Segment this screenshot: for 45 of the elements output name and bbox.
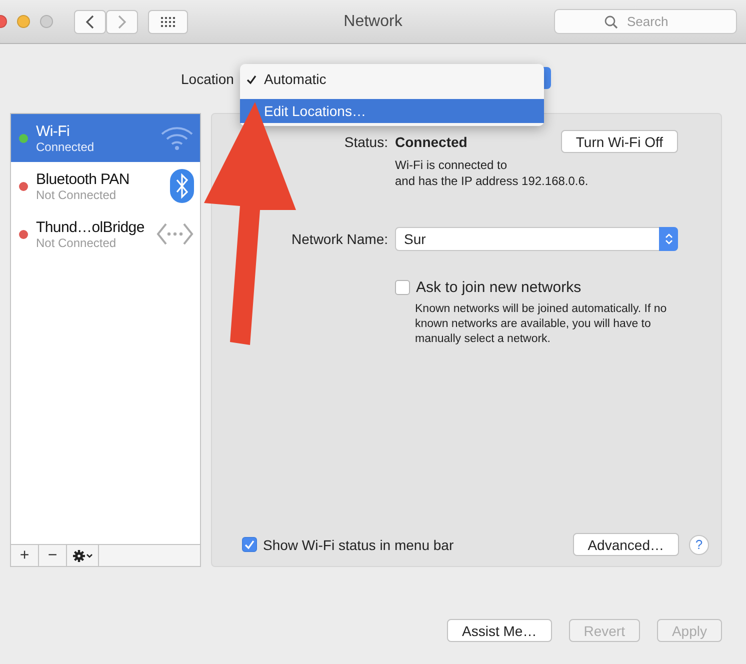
checkbox-label: Ask to join new networks [416,279,582,296]
menu-item[interactable]: Edit Locations… [240,99,544,123]
service-name: Thund…olBridge [36,218,146,236]
service-name: Wi-Fi [36,122,70,140]
status-label: Status: [343,134,388,150]
service-item[interactable]: Wi-Fi Connected [11,114,200,162]
service-status: Not Connected [36,236,118,250]
service-item[interactable]: Thund…olBridge Not Connected [11,210,200,258]
checkbox-label: Show Wi-Fi status in menu bar [263,536,454,552]
menu-item[interactable]: Automatic [240,67,544,91]
network-arrows-icon [156,222,194,246]
checkbox[interactable] [395,280,410,295]
service-name: Bluetooth PAN [36,170,130,188]
minimize-button[interactable] [17,15,30,28]
help-button[interactable]: ? [689,534,709,554]
service-status: Connected [36,140,96,154]
stepper-icon [659,227,678,251]
status-description: and has the IP address 192.168.0.6. [395,173,590,189]
window-title: Network [344,12,402,30]
back-button[interactable] [74,10,106,34]
network-name-select[interactable]: Sur [395,227,678,251]
footer-button[interactable]: Assist Me… [447,619,552,642]
turn-wifi-off-button[interactable]: Turn Wi-Fi Off [560,130,678,153]
advanced-button[interactable]: Advanced… [572,533,679,556]
status-value: Connected [395,134,468,150]
menu-item-label: Automatic [264,71,326,87]
wifi-icon [160,125,194,151]
grid-icon [160,16,176,28]
chevron-left-icon [85,14,95,28]
bluetooth-icon [170,169,194,203]
search-icon [604,15,618,29]
checkbox[interactable] [242,537,257,552]
remove-button[interactable]: − [39,545,67,566]
help-text: Known networks will be joined automatically. If no known networks are available, you will have to manually select a network. [415,302,668,347]
chevron-right-icon [117,14,127,28]
show-all-button[interactable] [148,10,188,34]
gear-icon [72,548,94,562]
network-name-label: Network Name: [290,231,388,247]
location-label: Location [181,70,234,86]
add-button[interactable]: + [11,545,39,566]
service-status: Not Connected [36,188,118,202]
menu-item-label: Edit Locations… [264,103,366,119]
search-field[interactable]: Search [554,9,737,34]
service-item[interactable]: Bluetooth PAN Not Connected [11,162,200,210]
status-description: Wi-Fi is connected to [395,157,508,173]
